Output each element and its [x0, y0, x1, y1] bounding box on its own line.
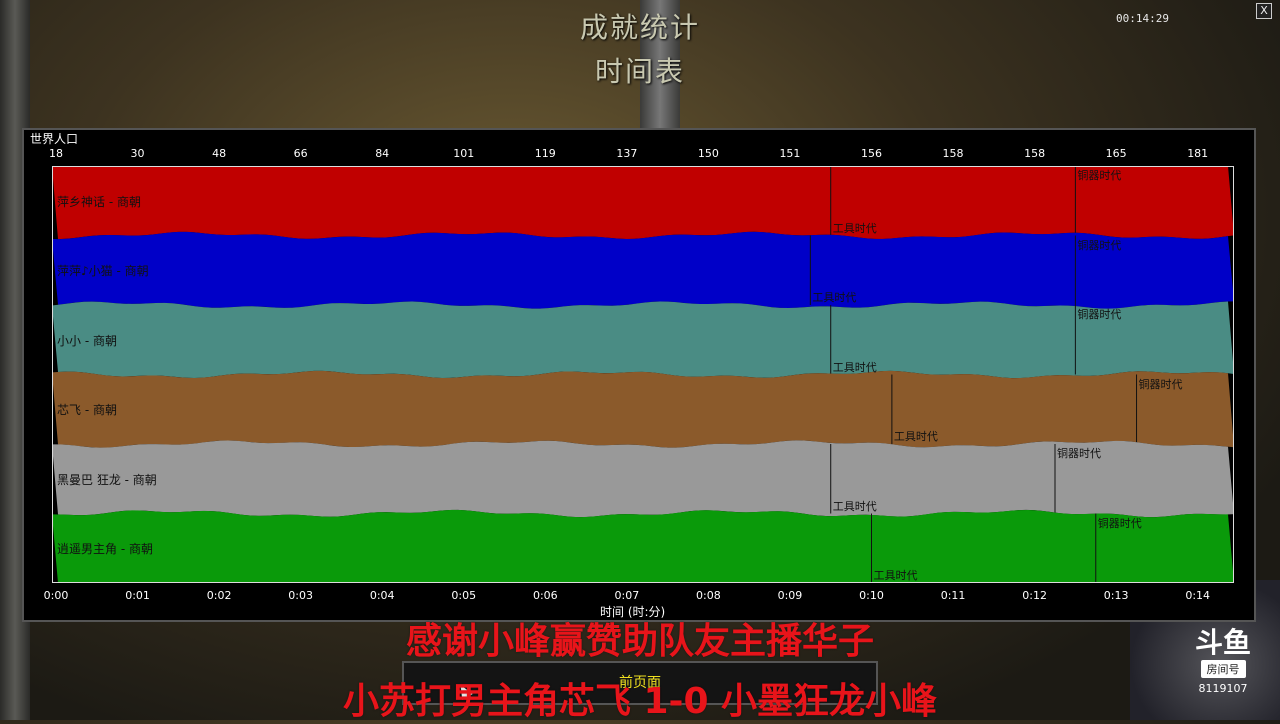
time-tick: 0:10 [859, 589, 884, 602]
time-tick: 0:07 [614, 589, 640, 602]
population-tick: 101 [453, 147, 475, 160]
series-label: 黑曼巴 狂龙 - 商朝 [57, 472, 157, 487]
bronze-age-label: 铜器时代 [1056, 447, 1101, 460]
game-clock: 00:14:29 [1116, 12, 1169, 25]
tool-age-label: 工具时代 [832, 360, 877, 374]
series-band [52, 509, 1234, 583]
room-number: 8119107 [1198, 682, 1248, 695]
series-band [52, 301, 1234, 379]
population-tick: 48 [212, 147, 227, 160]
series-band [52, 231, 1234, 309]
time-tick: 0:04 [369, 589, 395, 602]
population-tick: 66 [293, 147, 308, 160]
series-label: 萍乡神话 - 商朝 [57, 194, 141, 209]
bronze-age-label: 铜器时代 [1077, 238, 1122, 252]
population-tick: 119 [534, 147, 556, 160]
time-tick: 0:06 [532, 589, 558, 602]
stream-banner-bottom: 小苏打男主角芯飞 1-0 小墨狂龙小峰 [342, 681, 938, 722]
time-tick: 0:14 [1185, 589, 1211, 602]
time-tick: 0:02 [206, 589, 232, 602]
series-band [52, 166, 1234, 240]
population-tick: 84 [375, 147, 390, 160]
stream-logo: 斗鱼 房间号 8119107 [1188, 626, 1258, 696]
population-tick: 165 [1105, 147, 1127, 160]
population-tick: 181 [1187, 147, 1209, 160]
tool-age-label: 工具时代 [873, 569, 918, 582]
population-tick: 30 [130, 147, 145, 160]
chart-title: 世界人口 [30, 132, 79, 146]
tool-age-label: 工具时代 [893, 430, 938, 443]
population-tick: 18 [49, 147, 63, 160]
tool-age-label: 工具时代 [832, 221, 877, 235]
time-tick: 0:03 [288, 589, 313, 602]
page-title: 成就统计 [579, 11, 700, 44]
population-tick: 137 [616, 147, 638, 160]
series-label: 萍萍♪小猫 - 商朝 [57, 264, 149, 279]
series-label: 小小 - 商朝 [57, 333, 117, 348]
population-tick: 156 [861, 147, 882, 160]
series-label: 逍遥男主角 - 商朝 [57, 542, 153, 557]
population-tick: 150 [697, 147, 719, 160]
timeline-chart [52, 166, 1234, 583]
tool-age-label: 工具时代 [832, 499, 877, 513]
population-tick: 158 [942, 147, 964, 160]
room-label: 房间号 [1200, 660, 1246, 678]
time-tick: 0:00 [43, 589, 69, 602]
time-tick: 0:05 [451, 589, 477, 602]
time-tick: 0:01 [125, 589, 150, 602]
tool-age-label: 工具时代 [812, 291, 857, 304]
time-tick: 0:11 [940, 589, 966, 602]
time-tick: 0:09 [777, 589, 803, 602]
series-band [52, 370, 1234, 448]
douyu-logo: 斗鱼 [1194, 626, 1251, 659]
time-tick: 0:13 [1103, 589, 1129, 602]
bronze-age-label: 铜器时代 [1138, 377, 1183, 391]
stream-banner-top: 感谢小峰赢赞助队友主播华子 [405, 621, 874, 662]
series-label: 芯飞 - 商朝 [57, 403, 117, 418]
bronze-age-label: 铜器时代 [1077, 308, 1122, 321]
close-button[interactable]: X [1256, 3, 1272, 19]
time-tick: 0:08 [696, 589, 721, 602]
bronze-age-label: 铜器时代 [1097, 516, 1142, 530]
population-tick: 158 [1024, 147, 1046, 160]
population-tick: 151 [779, 147, 801, 160]
page-subtitle: 时间表 [594, 55, 685, 88]
bronze-age-label: 铜器时代 [1077, 169, 1122, 182]
time-tick: 0:12 [1022, 589, 1047, 602]
